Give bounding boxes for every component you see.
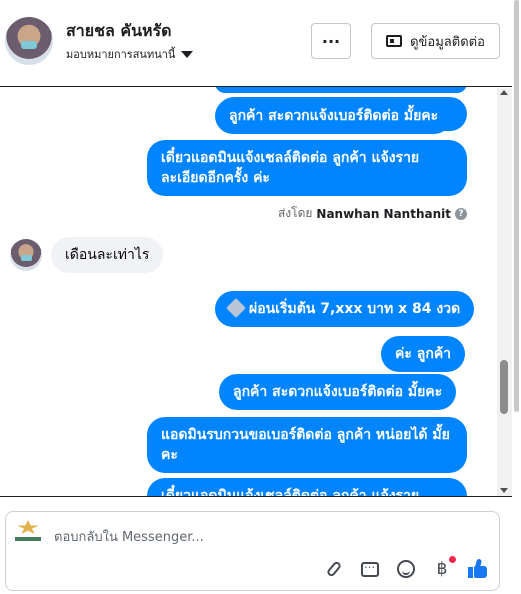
message-text: เดี๋ยวแอดมินแจ้งเชลล์ติดต่อ ลูกค้า แจ้งร… <box>161 150 420 186</box>
conversation-header: สายชล คันหรัด มอบหมายการสนทนานี้ ··· ดูข… <box>0 0 521 86</box>
message-bubble-outgoing: เดี๋ยวแอดมินแจ้งเชลล์ติดต่อ ลูกค้า แจ้งร… <box>147 140 467 196</box>
like-icon[interactable] <box>467 558 489 580</box>
payment-icon[interactable]: ฿ <box>431 556 456 580</box>
message-text: เดี๋ยวแอดมินแจ้งเชลล์ติดต่อ ลูกค้า แจ้งร… <box>161 488 420 497</box>
reply-composer[interactable]: ตอบกลับใน Messenger... ฿ <box>5 511 500 591</box>
message-bubble-outgoing: ผ่อนเริ่มต้น 7,xxx บาท x 84 งวด <box>215 291 475 327</box>
message-bubble-outgoing: แอดมินรบกวนขอเบอร์ติดต่อ ลูกค้า หน่อยได้… <box>147 417 467 473</box>
customer-avatar[interactable] <box>5 17 53 65</box>
help-icon[interactable]: ? <box>455 207 467 220</box>
emoji-icon[interactable] <box>395 558 417 580</box>
panel-scrollbar-thumb[interactable] <box>514 0 519 412</box>
message-bubble-outgoing-partial: เดี๋ยวแอดมินแจ้งเชลล์ติดต่อ ลูกค้า แจ้งร… <box>147 478 467 497</box>
baht-symbol: ฿ <box>436 559 448 579</box>
sent-by-prefix: ส่งโดย <box>277 206 313 220</box>
sent-by-info: ส่งโดย Nanwhan Nanthanit ? <box>278 204 467 223</box>
saved-reply-icon[interactable] <box>359 558 381 580</box>
assign-conversation-dropdown[interactable]: มอบหมายการสนทนานี้ <box>66 45 194 63</box>
assign-label: มอบหมายการสนทนานี้ <box>66 48 176 61</box>
panel-scrollbar[interactable] <box>512 0 521 594</box>
scroll-up-arrow-icon[interactable] <box>500 90 508 95</box>
message-bubble-outgoing: ลูกค้า สะดวกแจ้งเบอร์ติดต่อ มั้ยคะ <box>219 374 457 410</box>
notification-dot <box>449 556 456 563</box>
sender-name: Nanwhan Nanthanit <box>316 206 451 221</box>
caret-down-icon <box>181 50 194 58</box>
customer-avatar-small <box>10 239 42 271</box>
message-bubble-outgoing-partial <box>215 87 467 93</box>
contact-card-icon <box>386 35 403 47</box>
reply-input[interactable]: ตอบกลับใน Messenger... <box>54 526 204 547</box>
scrollbar-thumb[interactable] <box>500 360 508 414</box>
more-dots-icon: ··· <box>321 31 341 51</box>
message-text: ผ่อนเริ่มต้น 7,xxx บาท x 84 งวด <box>249 301 461 317</box>
message-text: ลูกค้า สะดวกแจ้งเบอร์ติดต่อ มั้ยคะ <box>233 384 443 400</box>
message-bubble-outgoing: ค่ะ ลูกค้า <box>381 336 466 372</box>
more-options-button[interactable]: ··· <box>311 23 351 59</box>
customer-name[interactable]: สายชล คันหรัด <box>66 19 172 44</box>
message-bubble-incoming: เดือนละเท่าไร <box>51 237 164 273</box>
page-logo-icon <box>14 520 42 548</box>
thread-scrollbar[interactable] <box>497 88 512 496</box>
attachment-icon[interactable] <box>323 558 345 580</box>
message-thread[interactable]: ลูกค้า สะดวกแจ้งเบอร์ติดต่อ มั้ยคะ เดี๋ย… <box>0 86 512 497</box>
message-text: ค่ะ ลูกค้า <box>395 346 452 362</box>
message-text: เดือนละเท่าไร <box>65 247 150 263</box>
composer-toolbar: ฿ <box>323 556 489 580</box>
view-contact-info-button[interactable]: ดูข้อมูลติดต่อ <box>371 23 500 59</box>
message-bubble-outgoing: ลูกค้า สะดวกแจ้งเบอร์ติดต่อ มั้ยคะ <box>215 98 453 134</box>
message-text: แอดมินรบกวนขอเบอร์ติดต่อ ลูกค้า หน่อยได้… <box>161 427 450 463</box>
message-text: ลูกค้า สะดวกแจ้งเบอร์ติดต่อ มั้ยคะ <box>229 108 439 124</box>
view-contact-info-label: ดูข้อมูลติดต่อ <box>410 34 485 50</box>
airplane-icon <box>226 298 246 318</box>
scroll-down-arrow-icon[interactable] <box>500 488 508 493</box>
